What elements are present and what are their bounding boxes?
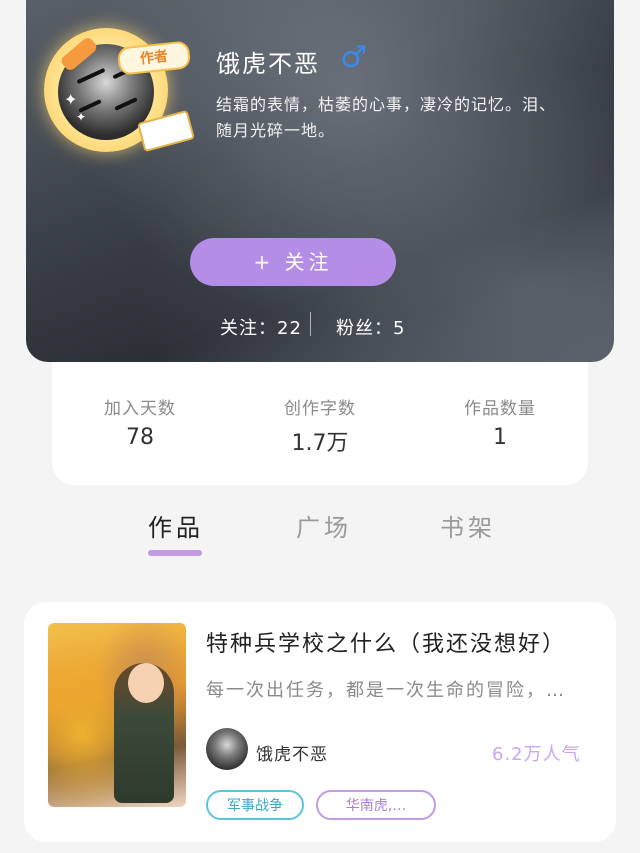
- popularity-count: 6.2万人气: [492, 744, 581, 765]
- sparkle-icon: ✦: [64, 90, 78, 109]
- tab-indicator: [438, 550, 492, 556]
- follow-button[interactable]: + 关注: [190, 238, 396, 286]
- stat-label: 加入天数: [104, 399, 176, 419]
- sparkle-icon: ✦: [76, 110, 87, 124]
- stats-card: 加入天数 78 创作字数 1.7万 作品数量 1: [52, 362, 588, 485]
- following-count[interactable]: 关注：22: [220, 314, 302, 340]
- tab-bookshelf[interactable]: 书架: [440, 508, 496, 543]
- tab-works[interactable]: 作品: [148, 508, 204, 543]
- author-avatar[interactable]: [206, 728, 248, 770]
- stat-label: 作品数量: [464, 399, 536, 419]
- book-description: 每一次出任务，都是一次生命的冒险，…: [206, 680, 566, 701]
- stat-label: 创作字数: [284, 399, 356, 419]
- stat-join-days: 加入天数 78: [60, 394, 220, 450]
- tag-south-china-tiger[interactable]: 华南虎,…: [316, 790, 436, 820]
- cover-face: [128, 663, 164, 703]
- stat-works-count: 作品数量 1: [420, 394, 580, 450]
- book-title[interactable]: 特种兵学校之什么（我还没想好）: [206, 626, 566, 658]
- tab-square[interactable]: 广场: [296, 508, 352, 543]
- stat-value: 1: [493, 425, 507, 450]
- tab-indicator: [294, 550, 348, 556]
- book-cover[interactable]: [48, 623, 186, 807]
- followers-count[interactable]: 粉丝：5: [336, 314, 405, 340]
- username: 饿虎不恶: [216, 50, 320, 78]
- tag-military[interactable]: 军事战争: [206, 790, 304, 820]
- divider: [310, 312, 311, 336]
- tab-active-indicator: [148, 550, 202, 556]
- stat-value: 78: [126, 425, 154, 450]
- male-icon: ♂: [340, 40, 367, 75]
- author-name[interactable]: 饿虎不恶: [256, 740, 328, 765]
- user-bio: 结霜的表情，枯萎的心事，凄冷的记忆。泪、随月光碎一地。: [216, 95, 557, 140]
- stat-word-count: 创作字数 1.7万: [240, 394, 400, 457]
- stat-value: 1.7万: [291, 431, 349, 456]
